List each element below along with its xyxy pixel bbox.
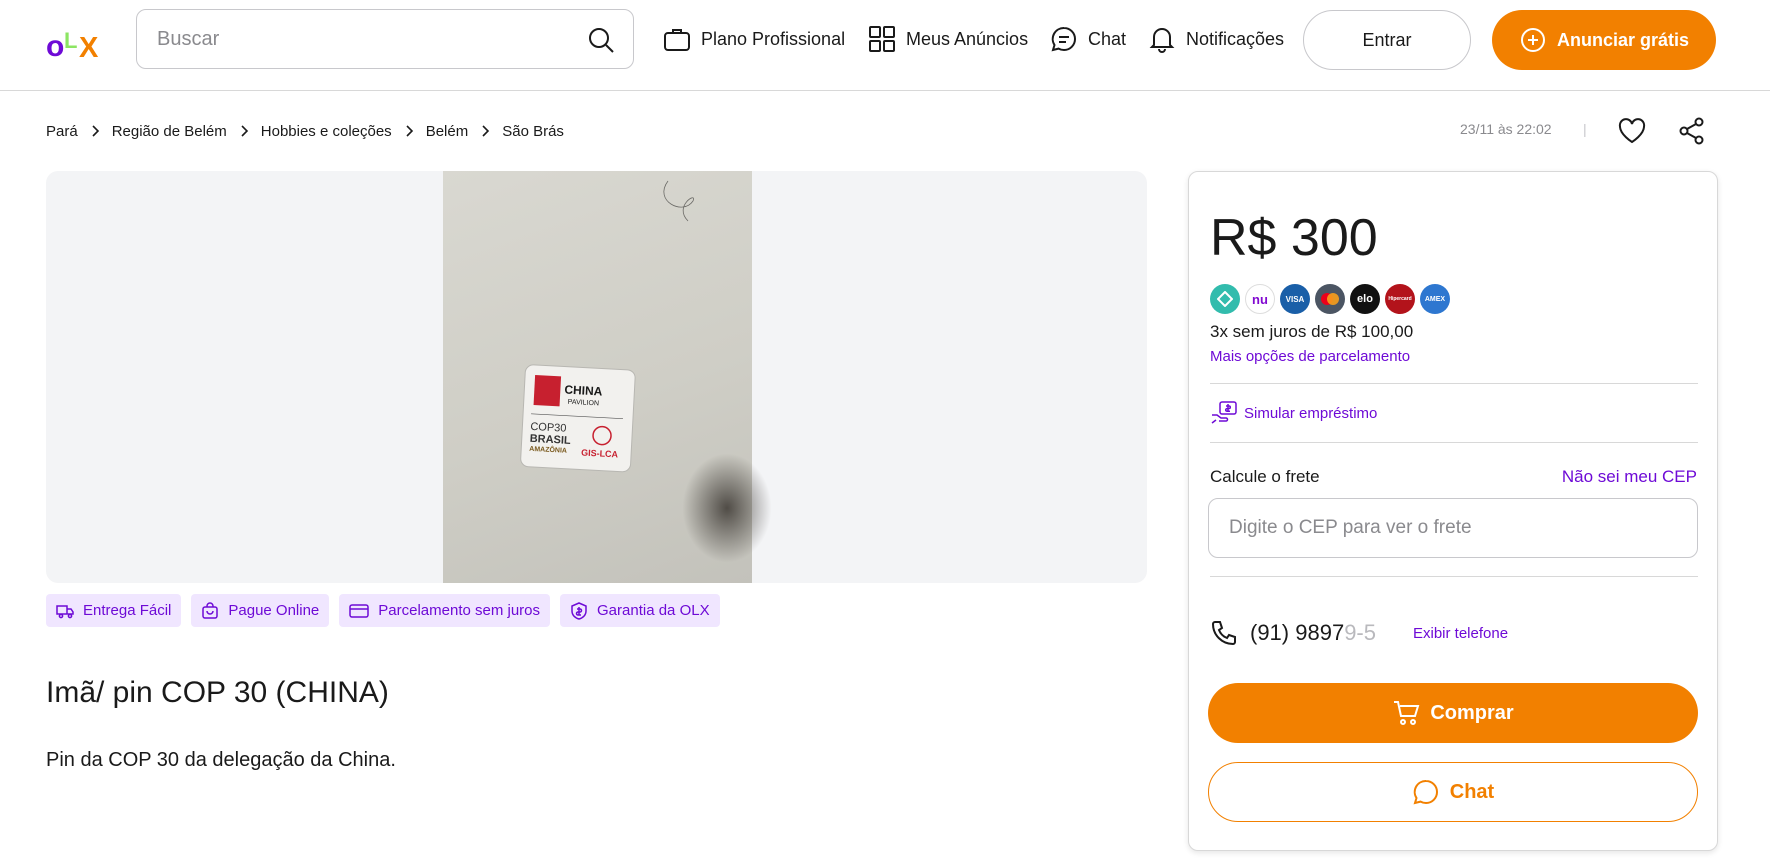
loan-simulator-link[interactable]: Simular empréstimo <box>1210 401 1377 425</box>
purchase-card: R$ 300 nu VISA elo Hipercard AMEX 3x sem… <box>1188 171 1718 851</box>
separator: | <box>1583 121 1587 137</box>
ad-description: Pin da COP 30 da delegação da China. <box>46 749 396 771</box>
bell-icon <box>1149 28 1175 53</box>
hipercard-icon: Hipercard <box>1385 284 1415 314</box>
heart-icon[interactable] <box>1617 116 1647 146</box>
cep-input[interactable] <box>1208 498 1698 558</box>
nubank-icon: nu <box>1245 284 1275 314</box>
nav-notificacoes[interactable]: Notificações <box>1148 22 1284 56</box>
shipping-label: Calcule o frete <box>1210 467 1320 486</box>
mastercard-icon <box>1315 284 1345 314</box>
credit-card-icon <box>349 603 370 618</box>
breadcrumb-item[interactable]: Pará <box>46 123 78 140</box>
loan-label: Simular empréstimo <box>1244 404 1378 422</box>
badge-parcelamento: Parcelamento sem juros <box>339 594 551 627</box>
login-label: Entrar <box>1362 29 1412 50</box>
badge-pague-online: Pague Online <box>191 594 330 627</box>
divider <box>1210 576 1698 577</box>
nav-chat[interactable]: Chat <box>1050 22 1126 56</box>
grid-icon <box>869 26 895 52</box>
post-ad-label: Anunciar grátis <box>1556 29 1690 50</box>
buy-button[interactable]: Comprar <box>1208 683 1698 743</box>
chat-label: Chat <box>1449 780 1495 803</box>
breadcrumb-item[interactable]: São Brás <box>502 123 564 140</box>
badge-pague-label: Pague Online <box>228 602 320 619</box>
phone-row: (91) 98979-5 <box>1210 619 1376 647</box>
cart-icon <box>1394 701 1420 725</box>
payment-methods: nu VISA elo Hipercard AMEX <box>1210 284 1450 314</box>
phone-visible: (91) 9897 <box>1250 620 1345 645</box>
share-icon[interactable] <box>1677 116 1707 146</box>
login-button[interactable]: Entrar <box>1303 10 1471 70</box>
badge-parcelamento-label: Parcelamento sem juros <box>378 602 541 619</box>
nav-anuncios-label: Meus Anúncios <box>906 28 1029 49</box>
phone-icon <box>1211 621 1236 646</box>
money-hand-icon <box>1211 401 1237 424</box>
chat-icon <box>1051 26 1076 52</box>
chevron-right-icon <box>90 125 100 137</box>
unknown-cep-link[interactable]: Não sei meu CEP <box>1562 467 1697 487</box>
badge-garantia: Garantia da OLX <box>560 594 720 627</box>
product-photo[interactable]: CHINA PAVILION COP30 BRASIL AMAZÔNIA GIS… <box>443 171 772 583</box>
search-input[interactable] <box>157 24 557 54</box>
chat-button[interactable]: Chat <box>1208 762 1698 822</box>
breadcrumb-item[interactable]: Belém <box>426 123 469 140</box>
show-phone-link[interactable]: Exibir telefone <box>1413 625 1508 642</box>
briefcase-icon <box>664 29 690 51</box>
nav-notificacoes-label: Notificações <box>1186 28 1285 49</box>
more-installments-link[interactable]: Mais opções de parcelamento <box>1210 348 1410 365</box>
pin-brasil-text: BRASIL <box>529 433 571 447</box>
breadcrumb: Pará Região de Belém Hobbies e coleções … <box>46 120 564 142</box>
installments-text: 3x sem juros de R$ 100,00 <box>1210 322 1414 341</box>
chevron-right-icon <box>480 125 490 137</box>
badge-entrega-facil: Entrega Fácil <box>46 594 182 627</box>
divider <box>1210 383 1698 384</box>
chat-bubble-icon <box>1413 779 1438 805</box>
breadcrumb-item[interactable]: Hobbies e coleções <box>261 123 392 140</box>
elo-icon: elo <box>1350 284 1380 314</box>
divider <box>1210 442 1698 443</box>
price: R$ 300 <box>1210 209 1378 267</box>
pin-gis-text: GIS-LCA <box>581 448 619 460</box>
pix-icon <box>1210 284 1240 314</box>
phone-number: (91) 98979-5 <box>1250 620 1376 646</box>
photo-shadow <box>682 453 772 563</box>
post-ad-button[interactable]: Anunciar grátis <box>1492 10 1716 70</box>
posted-date: 23/11 às 22:02 <box>1460 121 1552 137</box>
chevron-right-icon <box>239 125 249 137</box>
truck-icon <box>56 604 74 618</box>
breadcrumb-item[interactable]: Região de Belém <box>112 123 227 140</box>
search-bar <box>136 9 634 69</box>
nav-plano-label: Plano Profissional <box>701 28 846 49</box>
sparkle-plus-icon <box>1520 28 1545 52</box>
search-icon[interactable] <box>587 26 615 54</box>
amex-icon: AMEX <box>1420 284 1450 314</box>
header: o L X Plano Profissional Meus Anúncios C… <box>0 0 1770 91</box>
shield-dollar-icon <box>571 601 587 620</box>
pin-china-text: CHINA <box>564 383 603 399</box>
nav-plano-profissional[interactable]: Plano Profissional <box>663 22 845 56</box>
image-gallery[interactable]: CHINA PAVILION COP30 BRASIL AMAZÔNIA GIS… <box>46 171 1147 583</box>
visa-icon: VISA <box>1280 284 1310 314</box>
badge-garantia-label: Garantia da OLX <box>597 602 710 619</box>
olx-logo[interactable]: o L X <box>46 26 108 64</box>
nav-chat-label: Chat <box>1088 28 1127 49</box>
chevron-right-icon <box>404 125 414 137</box>
phone-masked: 9-5 <box>1344 620 1376 645</box>
badge-entrega-label: Entrega Fácil <box>83 602 172 619</box>
logo-x: X <box>79 32 99 60</box>
nav-meus-anuncios[interactable]: Meus Anúncios <box>868 22 1028 56</box>
logo-l: L <box>64 28 77 53</box>
logo-o: o <box>46 30 64 60</box>
feature-badges: Entrega Fácil Pague Online Parcelamento … <box>46 594 720 627</box>
ad-title: Imã/ pin COP 30 (CHINA) <box>46 676 389 709</box>
buy-label: Comprar <box>1430 701 1514 724</box>
bag-icon <box>202 601 219 619</box>
